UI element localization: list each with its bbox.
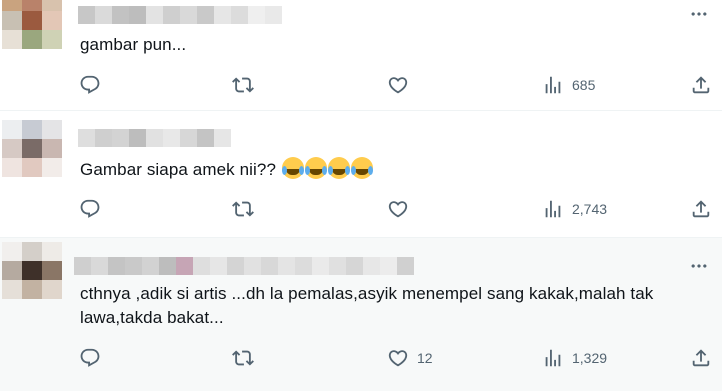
tweet-text: Gambar siapa amek nii?? xyxy=(80,157,373,182)
share-icon xyxy=(690,198,712,220)
blurred-username[interactable] xyxy=(78,129,231,147)
retweet-button[interactable] xyxy=(232,346,254,370)
more-icon[interactable] xyxy=(688,258,710,274)
view-count: 2,743 xyxy=(572,201,608,217)
views-icon xyxy=(542,198,564,220)
retweet-icon xyxy=(232,347,254,369)
like-button[interactable] xyxy=(387,73,417,97)
like-count: 12 xyxy=(417,350,433,366)
share-button[interactable] xyxy=(690,197,712,221)
reply-button[interactable] xyxy=(79,346,101,370)
face-with-tears-of-joy-emoji xyxy=(350,157,373,179)
avatar[interactable] xyxy=(2,120,62,177)
retweet-button[interactable] xyxy=(232,197,254,221)
reply-button[interactable] xyxy=(79,197,101,221)
views-button[interactable]: 685 xyxy=(542,73,595,97)
retweet-icon xyxy=(232,198,254,220)
heart-icon xyxy=(387,347,409,369)
heart-icon xyxy=(387,198,409,220)
view-count: 685 xyxy=(572,77,596,93)
like-button[interactable] xyxy=(387,197,417,221)
reply-icon xyxy=(79,347,101,369)
share-icon xyxy=(690,347,712,369)
view-count: 1,329 xyxy=(572,350,608,366)
views-icon xyxy=(542,74,564,96)
action-bar: 12 1,329 xyxy=(78,346,718,370)
blurred-username[interactable] xyxy=(74,257,414,275)
face-with-tears-of-joy-emoji xyxy=(327,157,350,179)
heart-icon xyxy=(387,74,409,96)
views-button[interactable]: 1,329 xyxy=(542,346,607,370)
tweet-text: cthnya ,adik si artis ...dh la pemalas,a… xyxy=(80,284,654,327)
like-button[interactable]: 12 xyxy=(387,346,433,370)
retweet-icon xyxy=(232,74,254,96)
retweet-button[interactable] xyxy=(232,73,254,97)
action-bar: 2,743 xyxy=(78,197,718,221)
views-button[interactable]: 2,743 xyxy=(542,197,607,221)
reply-icon xyxy=(79,74,101,96)
share-button[interactable] xyxy=(690,73,712,97)
reply-icon xyxy=(79,198,101,220)
avatar[interactable] xyxy=(2,242,62,299)
blurred-username[interactable] xyxy=(78,6,282,24)
face-with-tears-of-joy-emoji xyxy=(281,157,304,179)
face-with-tears-of-joy-emoji xyxy=(304,157,327,179)
reply-tweet[interactable]: cthnya ,adik si artis ...dh la pemalas,a… xyxy=(0,238,722,391)
reply-tweet[interactable]: Gambar siapa amek nii?? 2,743 xyxy=(0,111,722,238)
views-icon xyxy=(542,347,564,369)
share-icon xyxy=(690,74,712,96)
share-button[interactable] xyxy=(690,346,712,370)
tweet-text: gambar pun... xyxy=(80,35,187,54)
more-icon[interactable] xyxy=(688,6,710,22)
reply-tweet[interactable]: gambar pun... 685 xyxy=(0,0,722,111)
avatar[interactable] xyxy=(2,0,62,49)
tweet-text-body: Gambar siapa amek nii?? xyxy=(80,160,281,179)
reply-button[interactable] xyxy=(79,73,101,97)
action-bar: 685 xyxy=(78,73,718,97)
